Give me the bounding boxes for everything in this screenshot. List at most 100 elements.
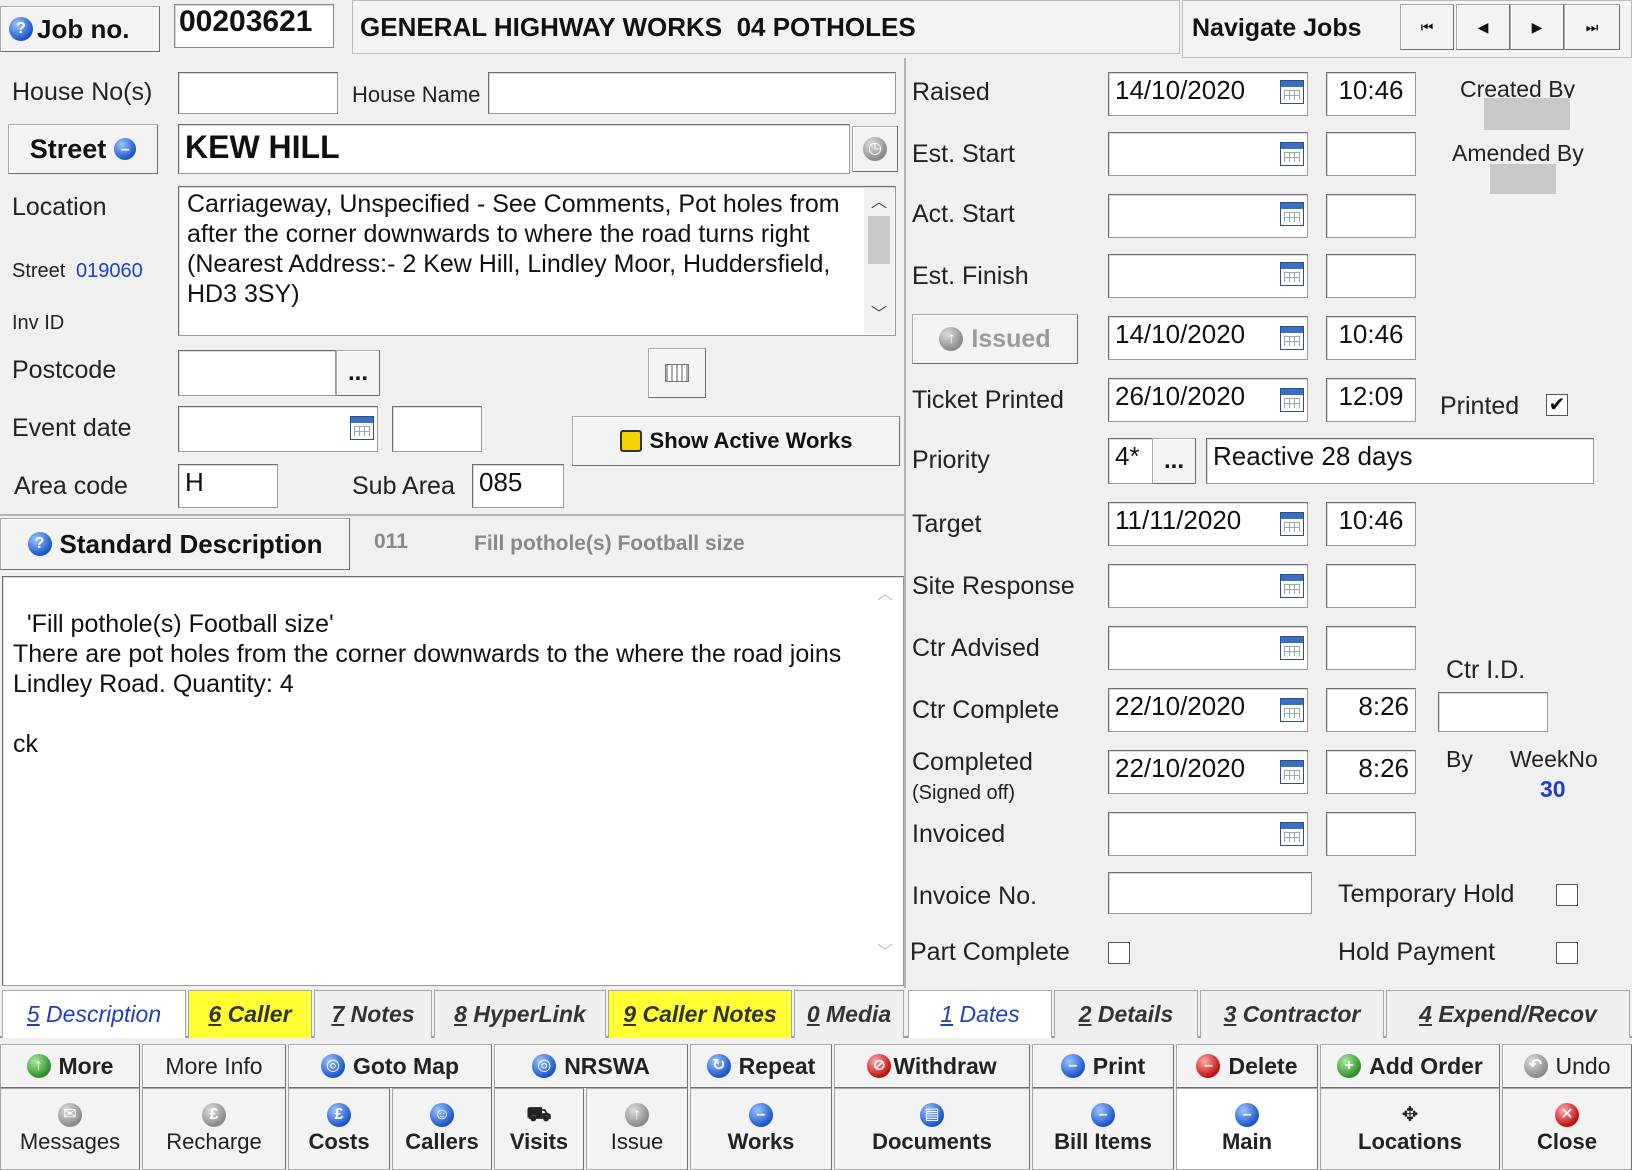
job-no-field[interactable]: 00203621	[174, 4, 334, 48]
tab-hyperlink[interactable]: 8 HyperLink	[434, 990, 606, 1038]
invoice-no-input[interactable]	[1108, 872, 1312, 914]
issued-date[interactable]: 14/10/2020	[1108, 316, 1308, 360]
tab-expend-recov[interactable]: 4 Expend/Recov	[1386, 990, 1630, 1038]
est-finish-time[interactable]	[1326, 254, 1416, 298]
tab-caller[interactable]: 6 Caller	[188, 990, 312, 1038]
calendar-icon[interactable]	[1280, 698, 1304, 722]
calendar-icon[interactable]	[1280, 574, 1304, 598]
tab-details[interactable]: 2 Details	[1054, 990, 1198, 1038]
scroll-down-icon[interactable]: ﹀	[870, 938, 900, 962]
street-name-field[interactable]: KEW HILL	[178, 124, 850, 174]
priority-code[interactable]: 4*	[1108, 438, 1154, 484]
add-order-button[interactable]: + Add Order	[1320, 1044, 1500, 1088]
house-name-input[interactable]	[488, 72, 896, 114]
invoiced-date[interactable]	[1108, 812, 1308, 856]
calendar-icon[interactable]	[1280, 142, 1304, 166]
nav-last-button[interactable]: ⏭	[1564, 4, 1620, 50]
calendar-icon[interactable]	[1280, 80, 1304, 104]
printed-checkbox[interactable]: ✔	[1546, 394, 1568, 416]
sub-area-input[interactable]: 085	[472, 464, 564, 508]
calendar-icon[interactable]	[1280, 202, 1304, 226]
repeat-button[interactable]: ↻ Repeat	[690, 1044, 832, 1088]
goto-map-button[interactable]: ◎ Goto Map	[288, 1044, 492, 1088]
tab-media[interactable]: 0 Media	[794, 990, 904, 1038]
site-response-date[interactable]	[1108, 564, 1308, 608]
temporary-hold-checkbox[interactable]	[1556, 884, 1578, 906]
priority-text[interactable]: Reactive 28 days	[1206, 438, 1594, 484]
nrswa-button[interactable]: ◎ NRSWA	[494, 1044, 688, 1088]
act-start-date[interactable]	[1108, 194, 1308, 238]
event-time-input[interactable]	[392, 406, 482, 452]
calendar-icon[interactable]	[1280, 262, 1304, 286]
tab-dates[interactable]: 1 Dates	[908, 990, 1052, 1038]
withdraw-button[interactable]: ⊘ Withdraw	[834, 1044, 1030, 1088]
scroll-thumb[interactable]	[868, 216, 890, 264]
description-scrollbar[interactable]: ︿ ﹀	[870, 580, 900, 982]
scroll-down-icon[interactable]: ﹀	[864, 300, 894, 324]
issued-time[interactable]: 10:46	[1326, 316, 1416, 360]
target-date[interactable]: 11/11/2020	[1108, 502, 1308, 546]
undo-button[interactable]: ↶ Undo	[1502, 1044, 1632, 1088]
ctr-complete-date[interactable]: 22/10/2020	[1108, 688, 1308, 732]
site-response-time[interactable]	[1326, 564, 1416, 608]
target-time[interactable]: 10:46	[1326, 502, 1416, 546]
nav-prev-button[interactable]: ◀	[1456, 4, 1510, 50]
part-complete-checkbox[interactable]	[1108, 942, 1130, 964]
tab-description[interactable]: 5 Description	[2, 990, 186, 1038]
calendar-icon[interactable]	[1280, 822, 1304, 846]
callers-button[interactable]: ☺ Callers	[392, 1088, 492, 1170]
issued-button[interactable]: ↑ Issued	[912, 314, 1078, 364]
calendar-icon[interactable]	[350, 416, 374, 440]
standard-description-button[interactable]: ? Standard Description	[0, 518, 350, 570]
scroll-up-icon[interactable]: ︿	[870, 580, 900, 604]
nav-first-button[interactable]: ⏮	[1400, 4, 1454, 50]
location-scrollbar[interactable]: ︿ ﹀	[864, 188, 894, 334]
ticket-printed-time[interactable]: 12:09	[1326, 378, 1416, 422]
more-info-button[interactable]: More Info	[142, 1044, 286, 1088]
street-button[interactable]: Street –	[8, 124, 158, 174]
ctr-advised-time[interactable]	[1326, 626, 1416, 670]
close-button[interactable]: ✕ Close	[1502, 1088, 1632, 1170]
act-start-time[interactable]	[1326, 194, 1416, 238]
works-button[interactable]: – Works	[690, 1088, 832, 1170]
bill-items-button[interactable]: – Bill Items	[1032, 1088, 1174, 1170]
street-clear-button[interactable]: ◷	[852, 126, 898, 172]
issue-button[interactable]: ↑ Issue	[586, 1088, 688, 1170]
postcode-lookup-button[interactable]: ...	[336, 350, 380, 396]
tab-contractor[interactable]: 3 Contractor	[1200, 990, 1384, 1038]
est-start-date[interactable]	[1108, 132, 1308, 176]
nav-next-button[interactable]: ▶	[1510, 4, 1564, 50]
ticket-printed-date[interactable]: 26/10/2020	[1108, 378, 1308, 422]
print-button[interactable]: – Print	[1032, 1044, 1174, 1088]
priority-lookup-button[interactable]: ...	[1152, 438, 1196, 484]
costs-button[interactable]: £ Costs	[288, 1088, 390, 1170]
job-no-button[interactable]: ? Job no.	[0, 6, 160, 52]
main-button[interactable]: – Main	[1176, 1088, 1318, 1170]
locations-button[interactable]: ✥ Locations	[1320, 1088, 1500, 1170]
ctr-complete-time[interactable]: 8:26	[1326, 688, 1416, 732]
recharge-button[interactable]: £ Recharge	[142, 1088, 286, 1170]
description-textarea[interactable]: 'Fill pothole(s) Football size' There ar…	[2, 576, 904, 986]
tab-notes[interactable]: 7 Notes	[314, 990, 432, 1038]
ctr-id-input[interactable]	[1438, 692, 1548, 732]
raised-time[interactable]: 10:46	[1326, 72, 1416, 116]
area-code-input[interactable]: H	[178, 464, 278, 508]
calendar-icon[interactable]	[1280, 388, 1304, 412]
calendar-icon[interactable]	[1280, 760, 1304, 784]
est-finish-date[interactable]	[1108, 254, 1308, 298]
show-active-works-button[interactable]: Show Active Works	[572, 416, 900, 466]
calendar-icon[interactable]	[1280, 512, 1304, 536]
completed-date[interactable]: 22/10/2020	[1108, 750, 1308, 794]
ctr-advised-date[interactable]	[1108, 626, 1308, 670]
tab-caller-notes[interactable]: 9 Caller Notes	[608, 990, 792, 1038]
visits-button[interactable]: ⛟ Visits	[494, 1088, 584, 1170]
raised-date[interactable]: 14/10/2020	[1108, 72, 1308, 116]
map-select-button[interactable]	[648, 348, 706, 398]
messages-button[interactable]: ✉ Messages	[0, 1088, 140, 1170]
more-button[interactable]: ↑ More	[0, 1044, 140, 1088]
hold-payment-checkbox[interactable]	[1556, 942, 1578, 964]
location-textarea[interactable]: Carriageway, Unspecified - See Comments,…	[178, 186, 896, 336]
scroll-up-icon[interactable]: ︿	[864, 188, 894, 212]
completed-time[interactable]: 8:26	[1326, 750, 1416, 794]
est-start-time[interactable]	[1326, 132, 1416, 176]
